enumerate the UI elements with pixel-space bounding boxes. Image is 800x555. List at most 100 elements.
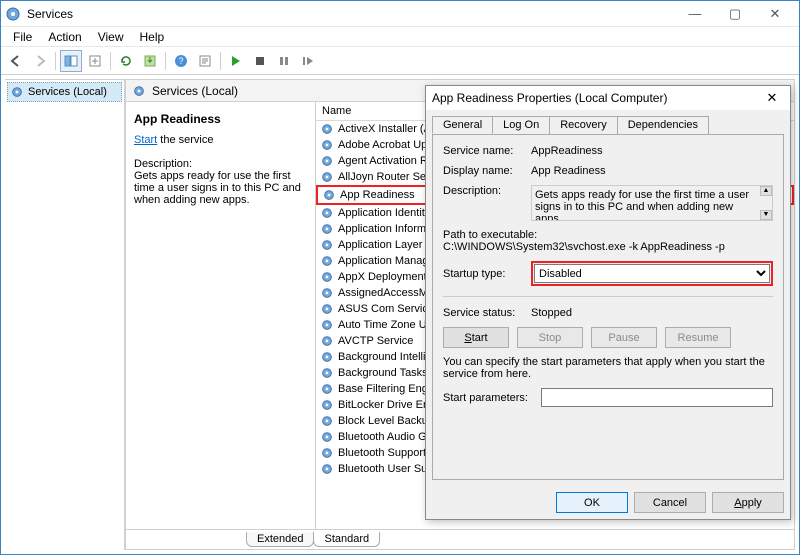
value-service-status: Stopped xyxy=(531,307,773,319)
label-description: Description: xyxy=(443,185,531,197)
label-display-name: Display name: xyxy=(443,165,531,177)
titlebar[interactable]: Services — ▢ ✕ xyxy=(1,1,799,27)
detail-pane: App Readiness Start the service Descript… xyxy=(126,102,316,529)
value-service-name: AppReadiness xyxy=(531,145,773,157)
gear-icon xyxy=(320,430,334,444)
menu-file[interactable]: File xyxy=(5,28,40,46)
label-service-name: Service name: xyxy=(443,145,531,157)
show-hide-tree-button[interactable] xyxy=(60,50,82,72)
gear-icon xyxy=(320,206,334,220)
service-name: Bluetooth Support S xyxy=(338,447,436,459)
value-display-name: App Readiness xyxy=(531,165,773,177)
startup-type-select[interactable]: Disabled xyxy=(534,264,770,283)
label-path: Path to executable: xyxy=(443,229,773,241)
menubar[interactable]: File Action View Help xyxy=(1,27,799,47)
cancel-button[interactable]: Cancel xyxy=(634,492,706,513)
dialog-titlebar[interactable]: App Readiness Properties (Local Computer… xyxy=(426,86,790,110)
pause-service-button[interactable] xyxy=(273,50,295,72)
export-list-button[interactable] xyxy=(139,50,161,72)
detail-title: App Readiness xyxy=(134,112,307,126)
menu-view[interactable]: View xyxy=(90,28,132,46)
tab-logon[interactable]: Log On xyxy=(492,116,550,134)
service-name: Application Identity xyxy=(338,207,430,219)
service-name: BitLocker Drive Encr xyxy=(338,399,438,411)
gear-icon xyxy=(322,188,336,202)
tree-pane[interactable]: Services (Local) xyxy=(5,79,125,550)
properties-dialog: App Readiness Properties (Local Computer… xyxy=(425,85,791,520)
resume-button: Resume xyxy=(665,327,731,348)
dialog-title: App Readiness Properties (Local Computer… xyxy=(432,91,760,105)
service-name: AllJoyn Router Servi xyxy=(338,171,438,183)
gear-icon xyxy=(320,138,334,152)
label-start-parameters: Start parameters: xyxy=(443,392,541,404)
gear-icon xyxy=(320,270,334,284)
apply-button[interactable]: Apply xyxy=(712,492,784,513)
service-name: Application Informa xyxy=(338,223,432,235)
gear-icon xyxy=(320,286,334,300)
bottom-tabs: Extended Standard xyxy=(126,529,794,549)
service-name: Auto Time Zone Up xyxy=(338,319,433,331)
gear-icon xyxy=(320,154,334,168)
service-name: ASUS Com Service xyxy=(338,303,434,315)
service-name: Application Manage xyxy=(338,255,435,267)
tree-root-label: Services (Local) xyxy=(28,86,107,98)
gear-icon xyxy=(320,334,334,348)
right-header-label: Services (Local) xyxy=(152,84,238,98)
gear-icon xyxy=(320,414,334,428)
refresh-button[interactable] xyxy=(115,50,137,72)
close-button[interactable]: ✕ xyxy=(755,2,795,26)
start-service-link[interactable]: Start xyxy=(134,134,157,146)
svg-text:?: ? xyxy=(178,56,183,66)
services-window: Services — ▢ ✕ File Action View Help ? S… xyxy=(0,0,800,555)
service-name: Adobe Acrobat Upd xyxy=(338,139,433,151)
gear-icon xyxy=(320,302,334,316)
service-name: Base Filtering Engin xyxy=(338,383,436,395)
service-name: Bluetooth Audio Ga xyxy=(338,431,433,443)
help-button[interactable]: ? xyxy=(170,50,192,72)
tab-recovery[interactable]: Recovery xyxy=(549,116,617,134)
ok-button[interactable]: OK xyxy=(556,492,628,513)
dialog-close-button[interactable]: ✕ xyxy=(760,90,784,106)
desc-text: Gets apps ready for use the first time a… xyxy=(134,170,307,206)
start-parameters-input[interactable] xyxy=(541,388,773,407)
properties-button[interactable] xyxy=(194,50,216,72)
dialog-body: Service name: AppReadiness Display name:… xyxy=(432,134,784,480)
gear-icon xyxy=(320,170,334,184)
menu-help[interactable]: Help xyxy=(132,28,173,46)
restart-service-button[interactable] xyxy=(297,50,319,72)
value-path: C:\WINDOWS\System32\svchost.exe -k AppRe… xyxy=(443,241,773,253)
forward-button[interactable] xyxy=(29,50,51,72)
maximize-button[interactable]: ▢ xyxy=(715,2,755,26)
minimize-button[interactable]: — xyxy=(675,2,715,26)
gear-icon xyxy=(320,254,334,268)
menu-action[interactable]: Action xyxy=(40,28,89,46)
start-button[interactable]: Start xyxy=(443,327,509,348)
hint-text: You can specify the start parameters tha… xyxy=(443,356,773,380)
label-startup-type: Startup type: xyxy=(443,268,531,280)
gear-icon xyxy=(320,350,334,364)
description-scrollbar[interactable]: ▲▼ xyxy=(760,186,772,220)
start-service-link-row: Start the service xyxy=(134,134,307,146)
tree-root[interactable]: Services (Local) xyxy=(7,82,122,102)
start-service-button[interactable] xyxy=(225,50,247,72)
services-icon xyxy=(5,6,21,22)
service-name: Bluetooth User Sup xyxy=(338,463,433,475)
stop-service-button[interactable] xyxy=(249,50,271,72)
tab-extended[interactable]: Extended xyxy=(246,532,314,547)
service-name: Agent Activation Ru xyxy=(338,155,434,167)
tab-general[interactable]: General xyxy=(432,116,493,134)
tab-dependencies[interactable]: Dependencies xyxy=(617,116,709,134)
gear-icon xyxy=(320,222,334,236)
label-service-status: Service status: xyxy=(443,307,531,319)
desc-label: Description: xyxy=(134,158,307,170)
toolbar: ? xyxy=(1,47,799,75)
scroll-up-icon[interactable]: ▲ xyxy=(760,186,772,196)
dialog-footer: OK Cancel Apply xyxy=(426,486,790,519)
export-button[interactable] xyxy=(84,50,106,72)
tab-standard[interactable]: Standard xyxy=(313,532,380,547)
back-button[interactable] xyxy=(5,50,27,72)
service-name: App Readiness xyxy=(340,189,415,201)
scroll-down-icon[interactable]: ▼ xyxy=(760,210,772,220)
service-name: AVCTP Service xyxy=(338,335,413,347)
gear-icon xyxy=(320,366,334,380)
